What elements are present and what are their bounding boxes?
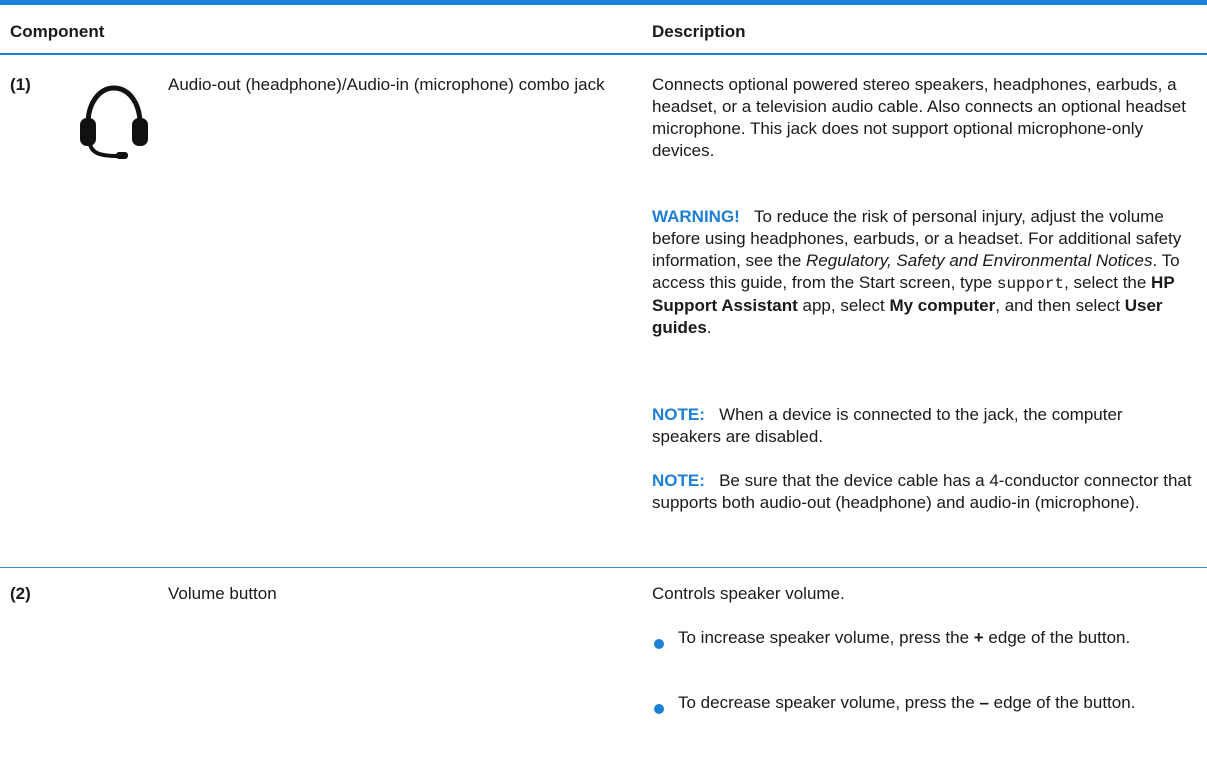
minus-symbol: – [979,693,989,712]
table-header-row: Component Description [0,5,1207,53]
warning-text: , and then select [995,296,1125,315]
row-number: (1) [10,75,31,94]
row-component: Audio-out (headphone)/Audio-in (micropho… [168,75,605,94]
row-divider [0,567,1207,568]
note-paragraph: NOTE: Be sure that the device cable has … [652,470,1192,514]
note-text: When a device is connected to the jack, … [652,405,1123,446]
note-label: NOTE: [652,471,705,490]
warning-text: , select the [1064,273,1152,292]
headset-icon [78,80,150,160]
my-computer-label: My computer [889,296,996,315]
note-label: NOTE: [652,405,705,424]
header-description: Description [652,22,746,41]
bullet-text: edge of the button. [988,693,1136,712]
bullet-marker [654,639,664,649]
bullet-marker [654,704,664,714]
row-component: Volume button [168,584,277,603]
row-number: (2) [10,584,31,603]
header-component: Component [10,22,105,41]
header-rule [0,53,1207,55]
bullet-text: edge of the button. [983,628,1131,647]
warning-paragraph: WARNING! To reduce the risk of personal … [652,206,1192,339]
warning-text: . [706,318,712,337]
bullet-item: To decrease speaker volume, press the – … [678,692,1188,714]
bullet-text: To decrease speaker volume, press the [678,693,980,712]
bullet-text: To increase speaker volume, press the [678,628,974,647]
bullet-item: To increase speaker volume, press the + … [678,627,1188,649]
note-text: Be sure that the device cable has a 4-co… [652,471,1192,512]
note-paragraph: NOTE: When a device is connected to the … [652,404,1192,448]
warning-label: WARNING! [652,207,740,226]
doc-title: Regulatory, Safety and Environmental Not… [806,251,1153,270]
warning-text: app, select [797,296,890,315]
plus-symbol: + [973,628,984,647]
row-description: Controls speaker volume. [652,584,845,603]
row-description: Connects optional powered stereo speaker… [652,75,1186,160]
code-support: support [996,275,1065,293]
